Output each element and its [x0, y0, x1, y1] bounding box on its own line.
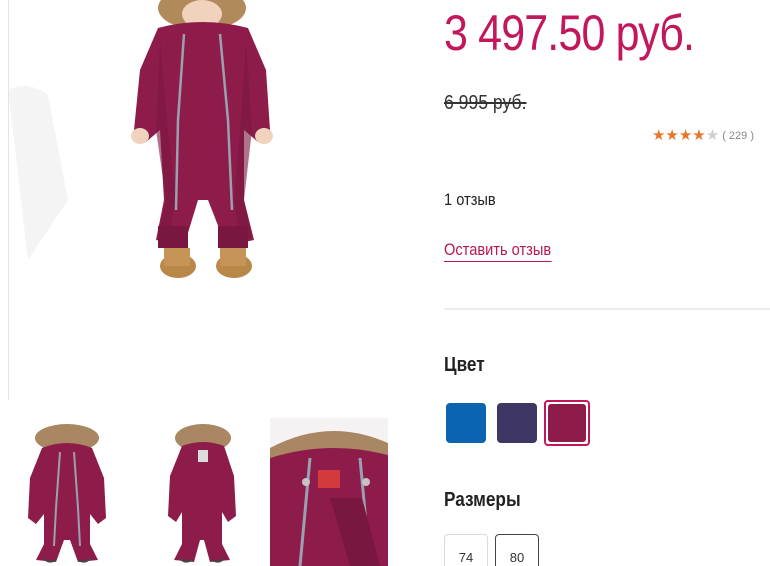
reviews-count[interactable]: 1 отзыв — [444, 190, 496, 210]
rating-stars: ★ ★ ★ ★ ★ — [652, 128, 719, 143]
leave-review-link[interactable]: Оставить отзыв — [444, 240, 552, 262]
product-rating[interactable]: ★ ★ ★ ★ ★ ( 229 ) — [652, 128, 754, 143]
color-swatches — [444, 400, 604, 446]
child-snowsuit-photo — [8, 0, 273, 278]
size-options: 74 80 — [444, 534, 644, 566]
rating-count: ( 229 ) — [722, 129, 754, 142]
main-product-photo[interactable] — [8, 0, 412, 400]
color-swatch-burgundy-selected[interactable] — [544, 400, 590, 446]
snowsuit-detail-thumbnail — [270, 431, 388, 566]
product-gallery — [0, 0, 420, 566]
snowsuit-back-thumbnail — [168, 424, 236, 563]
thumbnail-detail[interactable] — [270, 418, 388, 566]
section-divider — [444, 308, 770, 310]
size-option-74[interactable]: 74 — [444, 534, 488, 566]
color-swatch-blue[interactable] — [446, 403, 486, 443]
sizes-section-title: Размеры — [444, 489, 521, 511]
thumbnail-strip — [8, 418, 398, 566]
color-swatch-navy[interactable] — [497, 403, 537, 443]
product-info-panel: 3 497.50 руб. 6 995 руб. ★ ★ ★ ★ ★ ( 229… — [444, 0, 770, 566]
thumbnail-back[interactable] — [144, 418, 262, 566]
thumbnail-front[interactable] — [8, 418, 126, 566]
snowsuit-front-thumbnail — [28, 424, 106, 563]
star-icon: ★ — [692, 127, 706, 144]
star-icon: ★ — [678, 127, 693, 144]
old-price: 6 995 руб. — [444, 92, 527, 114]
product-price: 3 497.50 руб. — [444, 5, 695, 61]
size-option-80-selected[interactable]: 80 — [495, 534, 539, 566]
star-icon: ★ — [665, 127, 679, 144]
photo-edge-divider — [8, 0, 9, 400]
color-swatch-fill — [548, 404, 586, 442]
star-icon: ★ — [705, 127, 720, 144]
star-icon: ★ — [651, 127, 666, 144]
color-section-title: Цвет — [444, 354, 485, 376]
